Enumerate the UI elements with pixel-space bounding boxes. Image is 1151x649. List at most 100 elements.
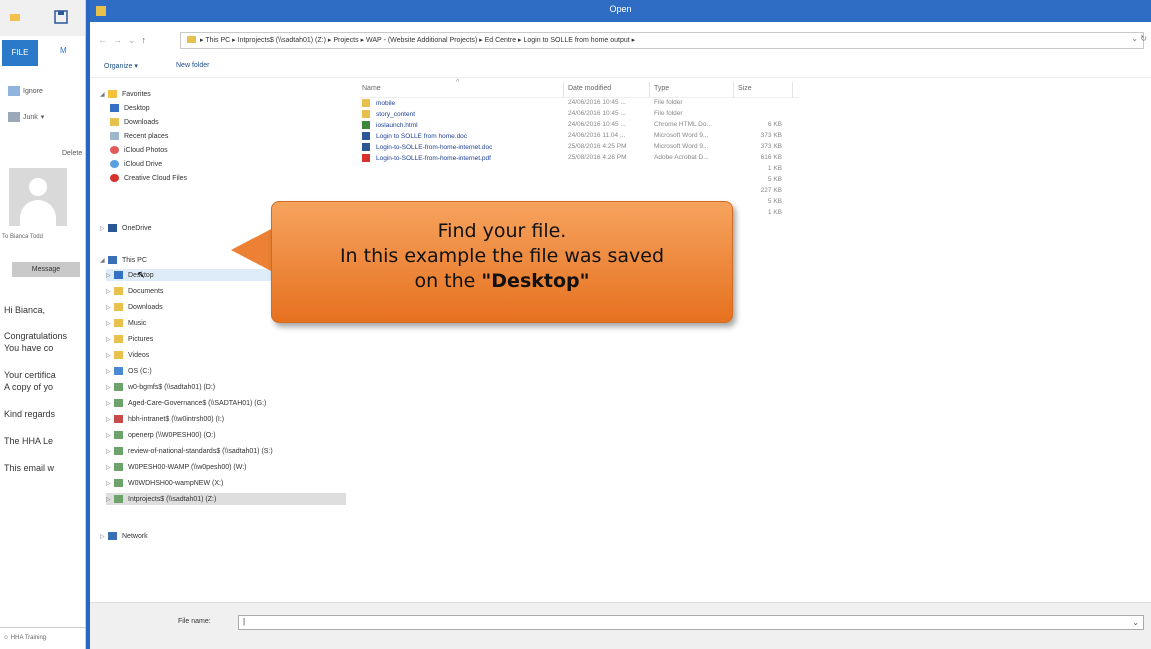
file-row[interactable]: 5 KB <box>360 175 800 186</box>
nav-pc-documents[interactable]: ▷ Documents <box>106 285 163 297</box>
nav-pc-network-drive-selected[interactable]: ▷ Intprojects$ (\\sadtah01) (Z:) <box>106 493 346 505</box>
nav-pc-os-drive[interactable]: ▷ OS (C:) <box>106 365 152 377</box>
column-name[interactable]: Name <box>362 85 381 92</box>
column-date-modified[interactable]: Date modified <box>568 85 611 92</box>
pictures-icon <box>114 335 123 343</box>
message-ribbon-tab[interactable]: M <box>60 46 67 55</box>
nav-favorite-icloud-drive[interactable]: iCloud Drive <box>110 158 162 170</box>
expand-arrow-icon[interactable]: ▷ <box>106 320 114 327</box>
column-size[interactable]: Size <box>738 85 752 92</box>
network-drive-icon <box>114 383 123 391</box>
expand-arrow-icon[interactable]: ▷ <box>106 416 114 423</box>
column-divider[interactable] <box>733 82 734 98</box>
file-row[interactable]: Login-to-SOLLE-from-home-internet.doc 25/… <box>360 142 800 153</box>
file-type: Adobe Acrobat D... <box>654 154 709 161</box>
open-dialog: Open ←→⌄↑ ▸ This PC ▸ Intprojects$ (\\sa… <box>86 0 1151 649</box>
expand-arrow-icon[interactable]: ▷ <box>106 400 114 407</box>
expand-arrow-icon[interactable]: ▷ <box>106 368 114 375</box>
up-icon[interactable]: ↑ <box>142 35 153 45</box>
message-tab[interactable]: Message <box>12 262 80 277</box>
column-divider[interactable] <box>563 82 564 98</box>
nav-pc-network-drive[interactable]: ▷ openerp (\\W0PESH00) (O:) <box>106 429 216 441</box>
forward-icon[interactable]: → <box>113 35 128 45</box>
expand-arrow-icon[interactable]: ▷ <box>106 384 114 391</box>
nav-onedrive[interactable]: ▷ OneDrive <box>100 222 152 234</box>
file-row[interactable]: 1 KB <box>360 164 800 175</box>
email-body-line: This email w <box>4 463 55 473</box>
nav-favorite-recent[interactable]: Recent places <box>110 130 168 142</box>
email-body-line: Hi Bianca, <box>4 305 46 315</box>
nav-network[interactable]: ▷ Network <box>100 530 148 542</box>
back-icon[interactable]: ← <box>98 35 113 45</box>
organize-button[interactable]: Organize ▾ <box>104 62 138 70</box>
file-tab[interactable]: FILE <box>2 40 38 66</box>
expand-arrow-icon[interactable]: ▷ <box>106 336 114 343</box>
column-type[interactable]: Type <box>654 85 669 92</box>
file-row[interactable]: 227 KB <box>360 186 800 197</box>
nav-pc-network-drive[interactable]: ▷ w0-bgmfs$ (\\sadtah01) (D:) <box>106 381 215 393</box>
nav-pc-network-drive[interactable]: ▷ hbh-intranet$ (\\w0intrsh00) (I:) <box>106 413 224 425</box>
junk-button[interactable]: Junk ▾ <box>8 112 44 122</box>
nav-this-pc[interactable]: ◢ This PC <box>100 254 147 266</box>
file-size: 373 KB <box>760 143 782 150</box>
expand-arrow-icon[interactable]: ▷ <box>106 304 114 311</box>
ignore-button[interactable]: Ignore <box>8 86 43 96</box>
expand-arrow-icon[interactable]: ▷ <box>106 288 114 295</box>
refresh-icon[interactable]: ⌄ ↻ <box>1131 34 1147 43</box>
file-name: mobile <box>362 99 562 107</box>
nav-favorite-icloud-photos[interactable]: iCloud Photos <box>110 144 168 156</box>
file-date: 24/06/2016 10:45 ... <box>568 121 626 128</box>
nav-favorites[interactable]: ◢ Favorites <box>100 88 151 100</box>
expand-arrow-icon[interactable]: ▷ <box>106 432 114 439</box>
column-divider[interactable] <box>792 82 793 98</box>
nav-favorite-desktop[interactable]: Desktop <box>110 102 150 114</box>
expand-arrow-icon[interactable]: ▷ <box>100 533 108 540</box>
nav-pc-network-drive[interactable]: ▷ Aged-Care-Governance$ (\\SADTAH01) (G:) <box>106 397 266 409</box>
file-row[interactable]: ioslaunch.html 24/06/2016 10:45 ... Chrome… <box>360 120 800 131</box>
nav-favorite-creative-cloud[interactable]: Creative Cloud Files <box>110 172 187 184</box>
nav-pc-music[interactable]: ▷ Music <box>106 317 146 329</box>
expand-arrow-icon[interactable]: ▷ <box>100 225 108 232</box>
nav-pc-network-drive[interactable]: ▷ W0WDHSH00-wampNEW (X:) <box>106 477 223 489</box>
nav-pc-network-drive[interactable]: ▷ W0PESH00-WAMP (\\w0pesh00) (W:) <box>106 461 247 473</box>
new-folder-button[interactable]: New folder <box>176 62 209 69</box>
expand-arrow-icon[interactable]: ▷ <box>106 448 114 455</box>
file-icon <box>362 154 370 162</box>
file-row[interactable]: Login-to-SOLLE-from-home-internet.pdf 25/… <box>360 153 800 164</box>
nav-pc-downloads[interactable]: ▷ Downloads <box>106 301 163 313</box>
expand-arrow-icon[interactable]: ▷ <box>106 496 114 503</box>
junk-dropdown-icon: ▾ <box>40 114 45 121</box>
dialog-title: Open <box>609 4 632 14</box>
network-drive-icon <box>114 431 123 439</box>
mouse-cursor-icon: ↖ <box>137 270 146 281</box>
outlook-app-icon[interactable] <box>8 10 22 24</box>
computer-icon <box>108 256 117 264</box>
star-icon <box>108 90 117 98</box>
file-row[interactable]: mobile 24/06/2016 10:45 ... File folder <box>360 98 800 109</box>
expand-arrow-icon[interactable]: ◢ <box>100 257 108 264</box>
column-divider[interactable] <box>649 82 650 98</box>
history-dropdown-icon[interactable]: ⌄ <box>128 35 142 45</box>
expand-arrow-icon[interactable]: ▷ <box>106 480 114 487</box>
file-type: Chrome HTML Do... <box>654 121 712 128</box>
network-drive-icon <box>114 463 123 471</box>
save-icon[interactable] <box>54 10 68 24</box>
file-name: story_content <box>362 110 562 118</box>
dialog-footer: File name: | ⌄ <box>90 602 1151 649</box>
expand-arrow-icon[interactable]: ▷ <box>106 352 114 359</box>
expand-arrow-icon[interactable]: ◢ <box>100 91 108 98</box>
file-size: 373 KB <box>760 132 782 139</box>
expand-arrow-icon[interactable]: ▷ <box>106 464 114 471</box>
file-row[interactable]: story_content 24/06/2016 10:45 ... File fo… <box>360 109 800 120</box>
filename-dropdown-icon[interactable]: ⌄ <box>1132 618 1139 627</box>
network-drive-icon <box>114 399 123 407</box>
avatar-body-icon <box>20 200 56 226</box>
nav-favorite-downloads[interactable]: Downloads <box>110 116 159 128</box>
address-path[interactable]: ▸ This PC ▸ Intprojects$ (\\sadtah01) (Z… <box>180 32 1144 49</box>
nav-pc-videos[interactable]: ▷ Videos <box>106 349 149 361</box>
expand-arrow-icon[interactable]: ▷ <box>106 272 114 279</box>
nav-pc-pictures[interactable]: ▷ Pictures <box>106 333 153 345</box>
file-row[interactable]: Login to SOLLE from home.doc 24/06/2016 1… <box>360 131 800 142</box>
filename-input[interactable]: | ⌄ <box>238 615 1144 630</box>
nav-pc-network-drive[interactable]: ▷ review-of-national-standards$ (\\sadtah… <box>106 445 273 457</box>
